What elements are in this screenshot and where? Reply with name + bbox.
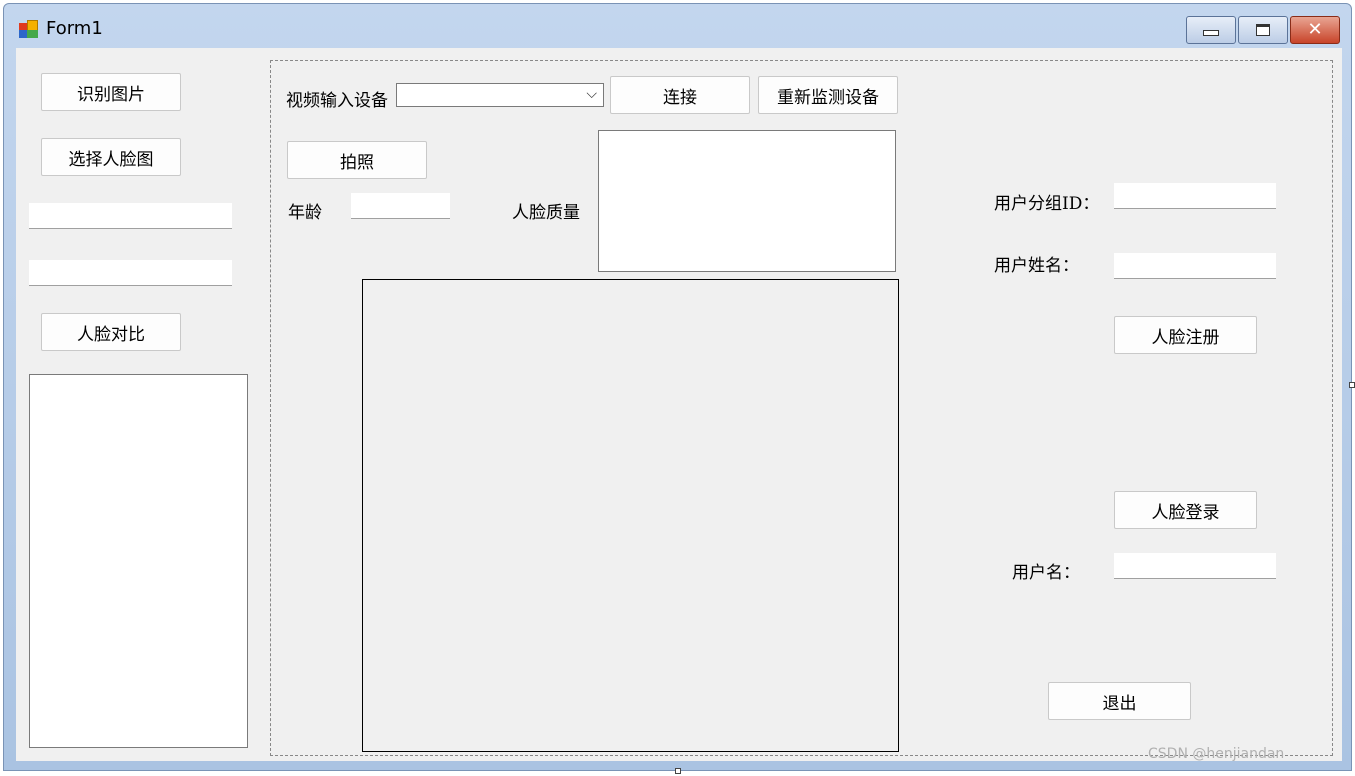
window-title: Form1 <box>46 18 103 39</box>
age-input[interactable] <box>351 193 450 219</box>
image1-path-input[interactable] <box>29 203 232 229</box>
image2-path-input[interactable] <box>29 260 232 286</box>
login-username-input[interactable] <box>1114 553 1276 579</box>
result-textbox[interactable] <box>29 374 248 748</box>
resize-handle-right[interactable] <box>1349 382 1355 388</box>
app-window: Form1 ✕ 识别图片 选择人脸图 人脸对比 视频输入设备 ⌵ 连接 重新监测… <box>3 3 1352 771</box>
minimize-button[interactable] <box>1186 16 1236 44</box>
minimize-icon <box>1203 30 1219 36</box>
face-quality-label: 人脸质量 <box>512 203 580 223</box>
connect-button[interactable]: 连接 <box>610 76 750 114</box>
select-face-image-button[interactable]: 选择人脸图 <box>41 138 181 176</box>
chevron-down-icon: ⌵ <box>586 86 597 102</box>
group-id-input[interactable] <box>1114 183 1276 209</box>
watermark-text: CSDN @henjiandan <box>1148 746 1285 762</box>
maximize-button[interactable] <box>1238 16 1288 44</box>
face-quality-textbox[interactable] <box>598 130 896 272</box>
title-bar[interactable]: Form1 ✕ <box>4 4 1351 46</box>
video-preview-picturebox <box>362 279 899 752</box>
group-id-label: 用户分组ID： <box>994 194 1100 214</box>
video-device-select[interactable]: ⌵ <box>396 83 604 107</box>
resize-handle-bottom[interactable] <box>675 768 681 774</box>
face-compare-button[interactable]: 人脸对比 <box>41 313 181 351</box>
redetect-devices-button[interactable]: 重新监测设备 <box>758 76 898 114</box>
username-label: 用户姓名： <box>994 256 1079 276</box>
face-login-button[interactable]: 人脸登录 <box>1114 491 1257 529</box>
close-button[interactable]: ✕ <box>1290 16 1340 44</box>
maximize-icon <box>1256 24 1270 36</box>
recognize-image-button[interactable]: 识别图片 <box>41 73 181 111</box>
face-register-button[interactable]: 人脸注册 <box>1114 316 1257 354</box>
exit-button[interactable]: 退出 <box>1048 682 1191 720</box>
username-input[interactable] <box>1114 253 1276 279</box>
video-device-label: 视频输入设备 <box>286 91 388 111</box>
age-label: 年龄 <box>288 203 322 223</box>
close-icon: ✕ <box>1307 19 1323 40</box>
take-photo-button[interactable]: 拍照 <box>287 141 427 179</box>
app-icon <box>19 20 39 38</box>
form-client-area: 识别图片 选择人脸图 人脸对比 视频输入设备 ⌵ 连接 重新监测设备 拍照 年龄… <box>16 48 1342 761</box>
login-username-label: 用户名： <box>1012 563 1080 583</box>
